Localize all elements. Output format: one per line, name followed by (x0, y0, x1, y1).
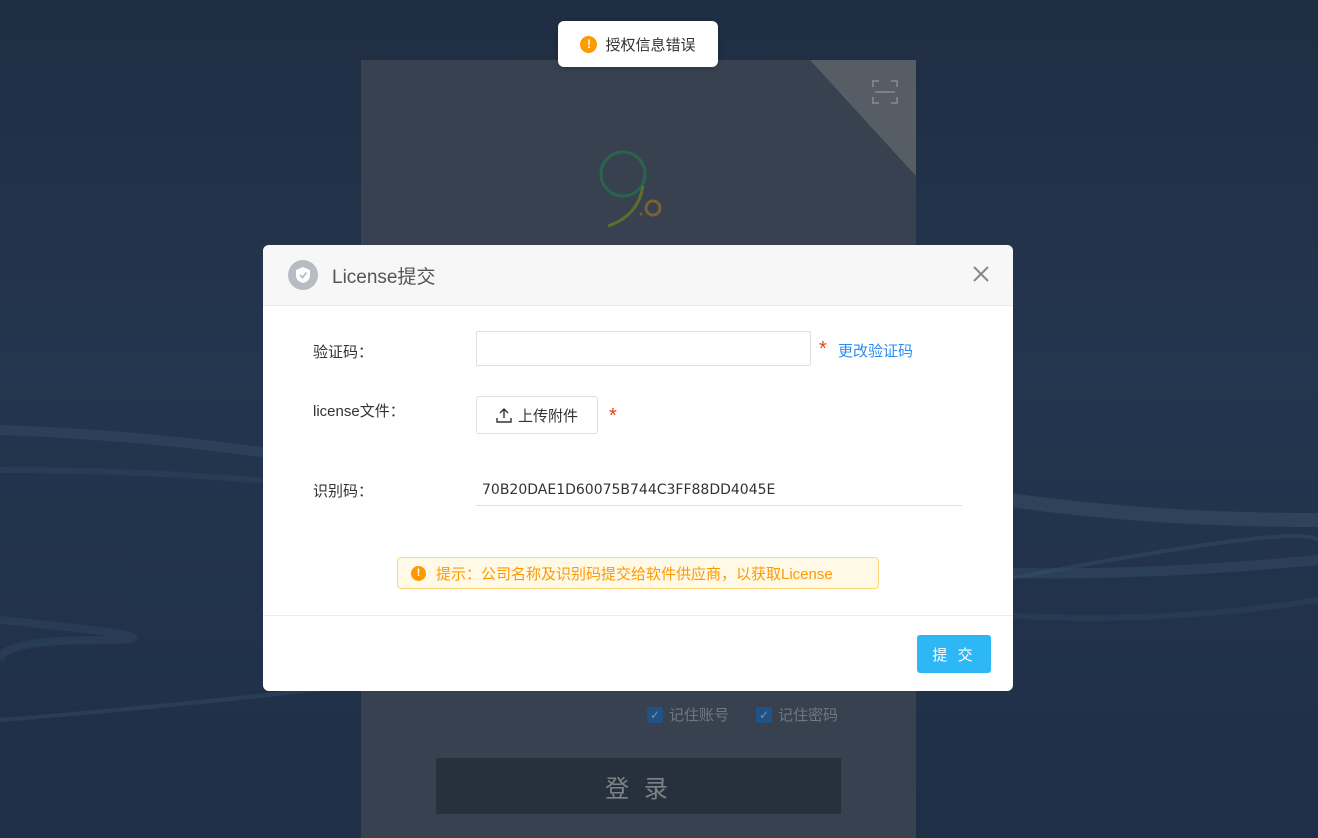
shield-icon (288, 260, 318, 290)
toast-message: 授权信息错误 (605, 36, 696, 54)
required-mark: * (819, 338, 827, 360)
upload-button-label: 上传附件 (517, 407, 578, 425)
tip-text: 提示：公司名称及识别码提交给软件供应商，以获取License (436, 565, 833, 583)
verify-code-input[interactable] (476, 331, 811, 366)
license-file-label: license文件： (313, 403, 405, 420)
warning-icon: ! (411, 565, 426, 581)
modal-header: License提交 (263, 245, 1013, 306)
upload-icon (496, 408, 512, 423)
modal-title: License提交 (332, 266, 436, 288)
license-modal: License提交 验证码： * 更改验证码 license文件： 上传附件 *… (263, 245, 1013, 691)
warning-icon: ! (580, 35, 598, 53)
close-icon[interactable] (969, 262, 993, 286)
modal-footer: 提 交 (263, 615, 1013, 691)
upload-button[interactable]: 上传附件 (476, 396, 598, 434)
submit-button[interactable]: 提 交 (917, 635, 991, 673)
verify-code-label: 验证码： (313, 344, 374, 361)
error-toast: ! 授权信息错误 (558, 21, 718, 67)
id-code-label: 识别码： (313, 483, 374, 500)
required-mark: * (609, 405, 617, 427)
change-code-link[interactable]: 更改验证码 (838, 340, 913, 361)
id-code-value: 70B20DAE1D60075B744C3FF88DD4045E (476, 475, 962, 506)
tip-banner: ! 提示：公司名称及识别码提交给软件供应商，以获取License (397, 557, 879, 589)
